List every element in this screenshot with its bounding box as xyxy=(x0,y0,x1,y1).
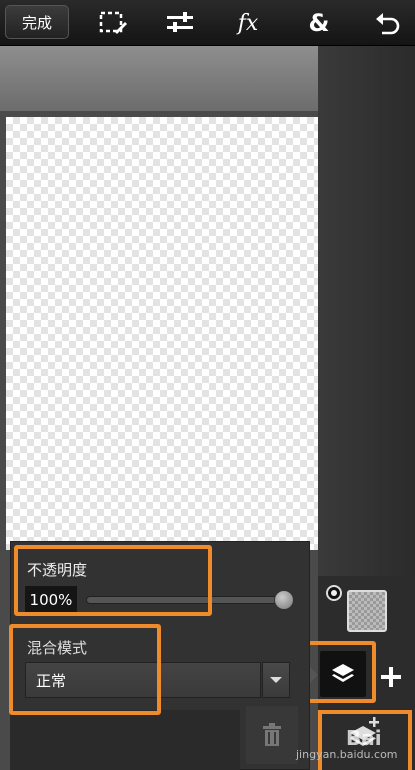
workspace-background xyxy=(0,46,318,111)
selection-edit-icon[interactable] xyxy=(97,8,129,38)
plus-icon xyxy=(381,667,401,687)
done-button[interactable]: 完成 xyxy=(5,5,69,39)
top-toolbar: 完成 fx & xyxy=(0,0,415,46)
watermark-text: jingyan.baidu.com xyxy=(296,748,398,761)
layer-thumbnail[interactable] xyxy=(347,590,387,632)
chevron-down-icon[interactable] xyxy=(262,662,290,698)
opacity-value[interactable]: 100% xyxy=(25,586,77,614)
adjust-icon[interactable] xyxy=(164,8,196,38)
ampersand-icon[interactable]: & xyxy=(303,8,335,38)
add-layer-button[interactable] xyxy=(378,664,404,690)
transparent-canvas[interactable] xyxy=(6,117,318,550)
app-root: 完成 fx & 不透明度 100% 混合模式 正常 Bai jingyan.ba… xyxy=(0,0,415,770)
opacity-slider-thumb[interactable] xyxy=(274,590,294,610)
undo-icon[interactable] xyxy=(372,8,404,38)
blend-mode-select[interactable]: 正常 xyxy=(25,662,261,698)
panel-lower-area xyxy=(10,710,240,770)
layer-visibility-radio[interactable] xyxy=(326,585,342,601)
opacity-label: 不透明度 xyxy=(27,561,88,579)
watermark-logo: Bai xyxy=(346,726,382,750)
delete-layer-button[interactable] xyxy=(246,706,298,764)
opacity-slider-track[interactable] xyxy=(86,596,286,604)
trash-icon xyxy=(263,723,281,746)
layers-column-top xyxy=(318,46,415,576)
blend-mode-label: 混合模式 xyxy=(27,639,88,657)
fx-icon[interactable]: fx xyxy=(232,8,264,38)
